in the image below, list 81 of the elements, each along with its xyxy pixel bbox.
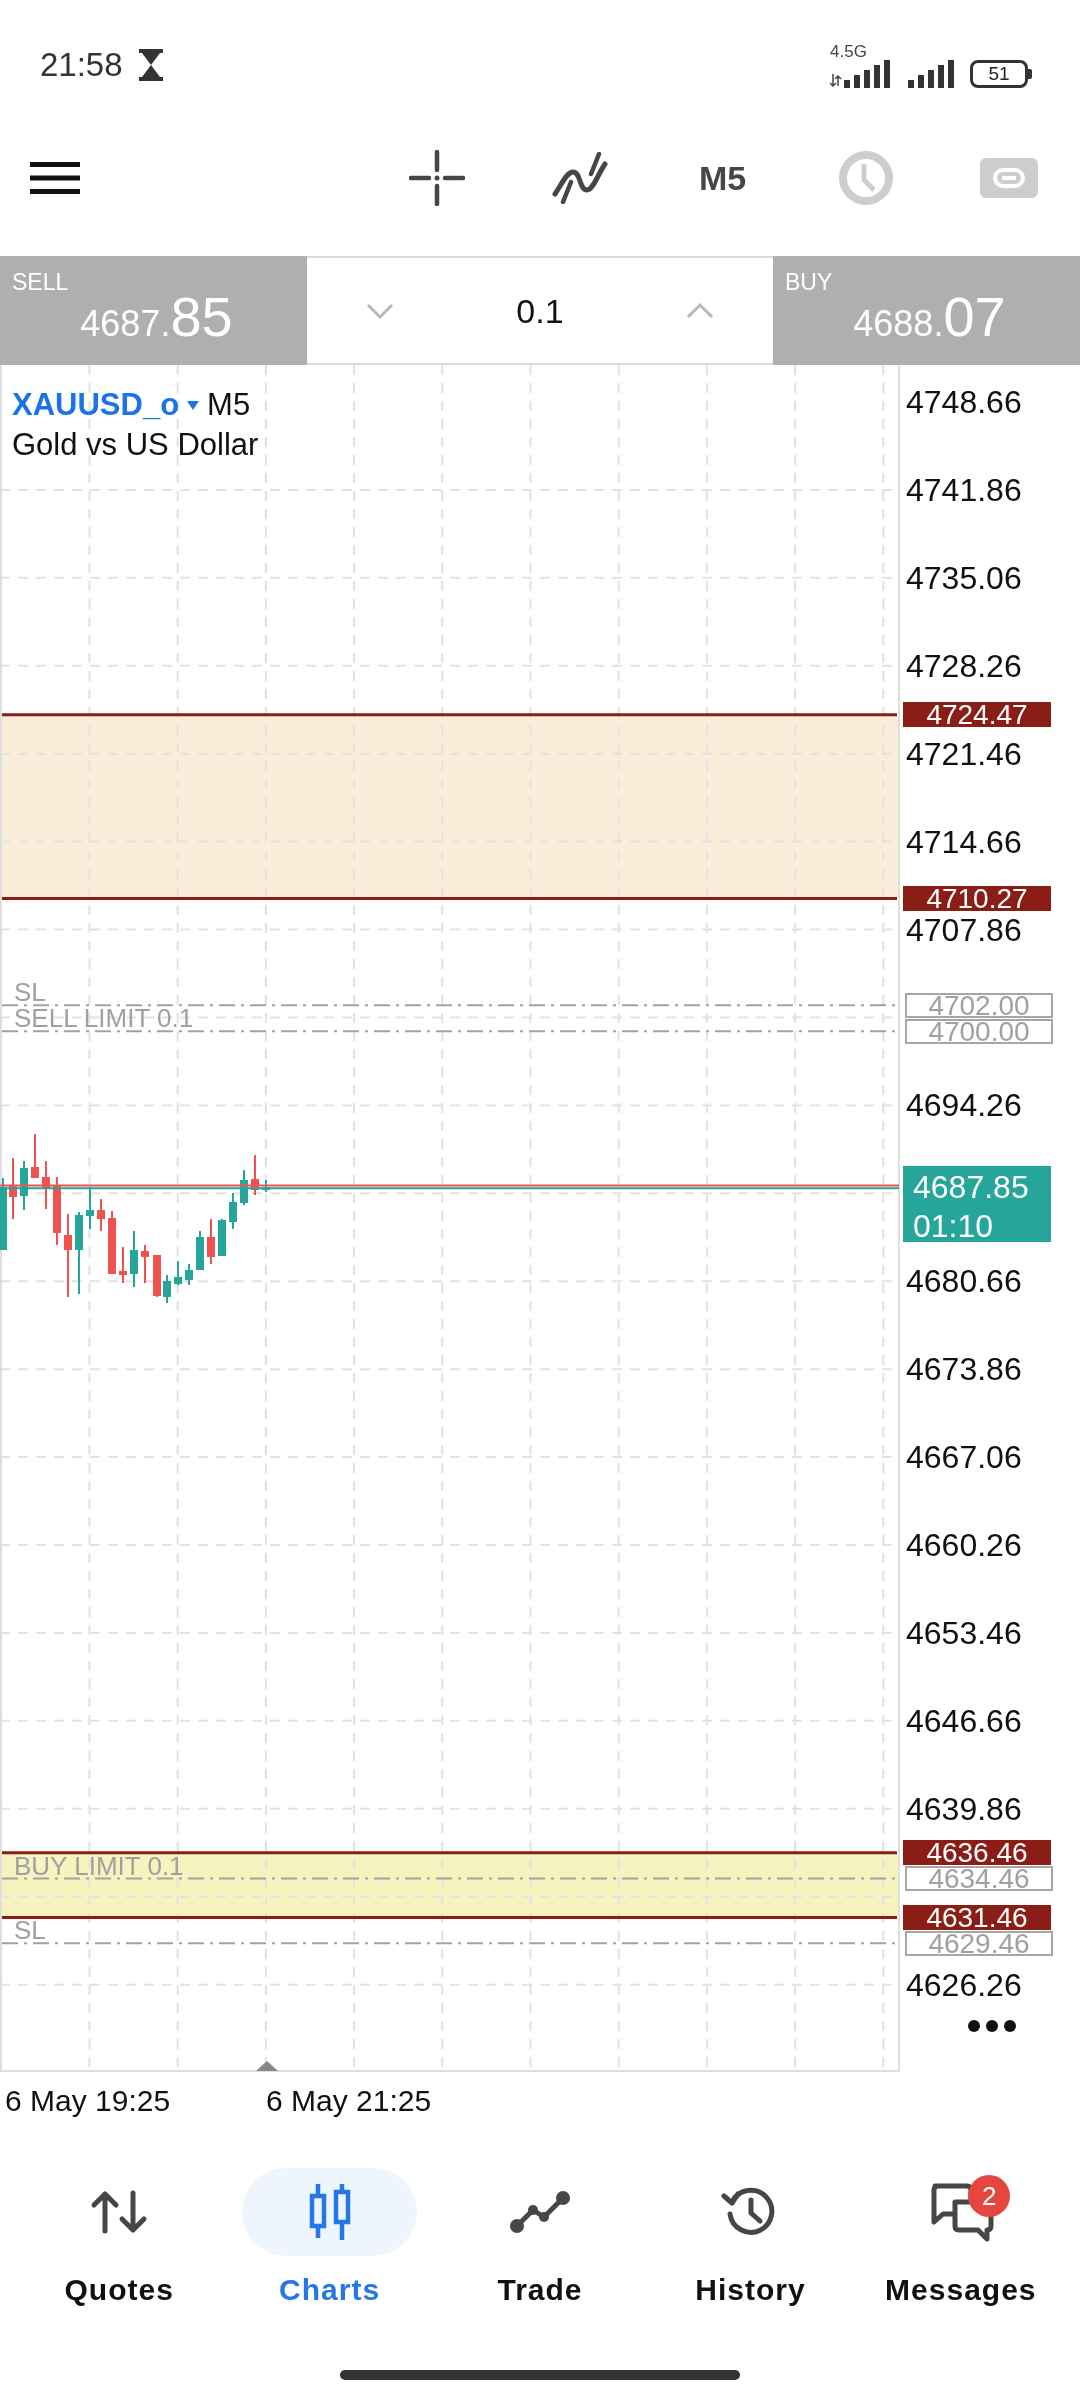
- bearish-candle: [42, 1160, 50, 1210]
- bullish-candle: [196, 1230, 204, 1271]
- bullish-candle: [174, 1260, 182, 1286]
- bearish-candle: [207, 1218, 215, 1265]
- symbol-name[interactable]: XAUUSD_o: [12, 387, 180, 423]
- bullish-candle: [218, 1218, 226, 1257]
- time-axis-label: 6 May 21:25: [266, 2083, 432, 2119]
- price-axis-label: 4728.26: [906, 650, 1022, 681]
- order-price-tag: 4702.00: [905, 992, 1053, 1018]
- bullish-candle: [20, 1160, 28, 1211]
- bearish-candle: [31, 1133, 39, 1179]
- bullish-candle: [163, 1274, 171, 1304]
- crosshair-icon: [408, 150, 465, 206]
- order-price-tag: 4634.46: [905, 1866, 1053, 1892]
- time-axis-label: 6 May 19:25: [5, 2083, 172, 2119]
- order-label: SL: [14, 981, 46, 1004]
- price-axis-label: 4707.86: [906, 914, 1022, 945]
- battery-indicator: 51: [970, 59, 1032, 88]
- bearish-candle: [141, 1244, 149, 1284]
- notification-badge: 2: [968, 2175, 1011, 2217]
- hourglass-icon: [136, 48, 165, 82]
- zone-price-tag: 4724.47: [903, 702, 1051, 728]
- triangle-marker-icon[interactable]: [256, 2061, 278, 2071]
- more-icon[interactable]: [967, 2019, 1017, 2033]
- nav-tab[interactable]: Quotes: [14, 2168, 225, 2330]
- nav-tab[interactable]: Charts: [224, 2168, 435, 2330]
- signal-icon: [908, 59, 956, 88]
- order-label: SL: [14, 1919, 46, 1942]
- bullish-candle: [185, 1263, 193, 1286]
- price-axis-label: 4748.66: [906, 387, 1022, 417]
- clock-time: 21:58: [40, 46, 123, 84]
- price-axis-label: 4646.66: [906, 1705, 1022, 1736]
- price-axis-label: 4680.66: [906, 1266, 1022, 1297]
- price-axis-label: 4667.06: [906, 1442, 1022, 1473]
- price-axis-label: 4741.86: [906, 474, 1022, 505]
- bearish-candle: [108, 1210, 116, 1275]
- bullish-candle: [130, 1230, 138, 1288]
- clock-icon: [837, 150, 894, 206]
- order-price-tag: 4629.46: [905, 1930, 1053, 1956]
- price-axis-label: 4673.86: [906, 1354, 1022, 1385]
- chevron-down-icon: [365, 301, 395, 320]
- nav-tab[interactable]: Trade: [434, 2168, 646, 2330]
- network-type-label: 4.5G: [830, 42, 867, 60]
- nav-tab[interactable]: 2 Messages: [855, 2168, 1067, 2330]
- bullish-candle: [229, 1192, 237, 1230]
- zone-price-tag: 4636.46: [903, 1840, 1051, 1866]
- dropdown-caret-icon[interactable]: [187, 400, 200, 410]
- wave-icon: [550, 152, 609, 204]
- timeframe-label: M5: [207, 387, 251, 423]
- volume-field[interactable]: 0.1: [516, 290, 564, 331]
- bullish-candle: [262, 1179, 270, 1193]
- bearish-candle: [9, 1157, 17, 1220]
- chevron-up-icon: [685, 301, 715, 320]
- bar-countdown: 01:10: [913, 1207, 995, 1245]
- price-axis-label: 4694.26: [906, 1090, 1022, 1121]
- price-axis-label: 4639.86: [906, 1793, 1022, 1824]
- bearish-candle: [119, 1246, 127, 1284]
- menu-icon: [30, 162, 80, 194]
- bullish-candle: [240, 1169, 248, 1206]
- link-icon: [979, 158, 1038, 198]
- price-axis-label: 4714.66: [906, 826, 1022, 857]
- zone-price-tag: 4710.27: [903, 885, 1051, 911]
- order-label: BUY LIMIT 0.1: [14, 1854, 184, 1877]
- bearish-candle: [53, 1176, 61, 1246]
- bearish-candle: [251, 1154, 259, 1196]
- price-axis-label: 4735.06: [906, 562, 1022, 593]
- order-price-tag: 4700.00: [905, 1018, 1053, 1044]
- timeframe-button[interactable]: M5: [694, 154, 751, 202]
- price-axis-label: 4626.26: [906, 1969, 1022, 2000]
- symbol-description: Gold vs US Dollar: [12, 426, 259, 464]
- order-label: SELL LIMIT 0.1: [14, 1007, 194, 1030]
- bearish-candle: [153, 1254, 161, 1298]
- price-axis-label: 4653.46: [906, 1617, 1022, 1648]
- price-axis-label: 4660.26: [906, 1530, 1022, 1560]
- zone-price-tag: 4631.46: [903, 1904, 1051, 1930]
- nav-tab[interactable]: History: [645, 2168, 856, 2330]
- bullish-candle: [86, 1186, 94, 1230]
- price-axis-label: 4721.46: [906, 738, 1022, 769]
- current-price: 4687.85: [913, 1168, 1030, 1206]
- line-chart-icon: [508, 2189, 572, 2235]
- bearish-candle: [97, 1198, 105, 1232]
